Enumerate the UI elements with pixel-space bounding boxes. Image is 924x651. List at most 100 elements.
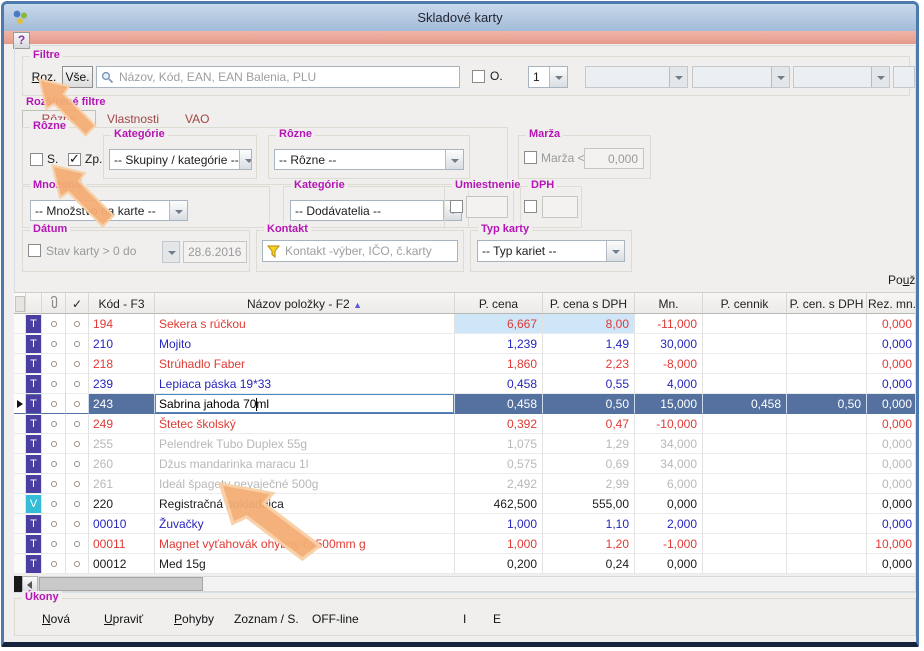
dot-icon: [51, 321, 57, 327]
row-type-badge: T: [26, 375, 41, 393]
row-type-cell: T: [26, 394, 42, 414]
typ-karty-select[interactable]: -- Typ kariet --: [477, 240, 625, 262]
apply-filter-link[interactable]: Použ: [888, 273, 915, 287]
rozne-select[interactable]: -- Rôzne --: [274, 149, 464, 170]
cell-p-cennik: [703, 414, 787, 434]
filter-combo-3[interactable]: [793, 66, 890, 88]
action-new[interactable]: Nová: [42, 612, 70, 626]
dot-icon: [74, 561, 80, 567]
cell-p-cennik: [703, 474, 787, 494]
marza-checkbox[interactable]: [524, 151, 537, 164]
cell-name: Džus mandarinka maracu 1l: [155, 454, 455, 474]
tab-vlastnosti[interactable]: Vlastnosti: [107, 112, 159, 126]
datum-checkbox[interactable]: [28, 244, 41, 257]
header-marker-box: [15, 296, 25, 312]
dph-checkbox[interactable]: [524, 200, 537, 213]
cell-p-cen-dph: [787, 374, 867, 394]
filter-combo-1[interactable]: [585, 66, 688, 88]
table-row[interactable]: T00010Žuvačky1,0001,102,0000,000: [14, 514, 915, 534]
umiestnenie-checkbox[interactable]: [450, 200, 463, 213]
table-row[interactable]: V220Registračná pokladnica462,500555,000…: [14, 494, 915, 514]
table-row[interactable]: T210Mojito1,2391,4930,0000,000: [14, 334, 915, 354]
table-row[interactable]: T00011Magnet vyťahovák ohybný 6x500mm g1…: [14, 534, 915, 554]
header-p-cen-dph[interactable]: P. cen. s DPH: [787, 293, 867, 313]
umiestnenie-input[interactable]: [466, 196, 508, 218]
row-marker-cell: [14, 374, 26, 394]
cell-code: 00011: [89, 534, 155, 554]
check-cell: [66, 494, 89, 514]
cell-p-cena: 0,200: [455, 554, 543, 574]
row-type-badge: T: [26, 435, 41, 453]
scrollbar-thumb[interactable]: [39, 577, 203, 591]
name-edit-text: Sabrina jahoda 70ml: [159, 394, 269, 414]
cell-p-cennik: [703, 434, 787, 454]
horizontal-scrollbar[interactable]: [14, 576, 916, 592]
table-row[interactable]: T260Džus mandarinka maracu 1l0,5750,6934…: [14, 454, 915, 474]
cell-p-cena: 462,500: [455, 494, 543, 514]
header-p-cena-dph[interactable]: P. cena s DPH: [543, 293, 635, 313]
filter-combo-4[interactable]: [893, 66, 915, 88]
sort-asc-icon: ▲: [353, 300, 362, 310]
action-movements[interactable]: Pohyby: [174, 612, 214, 626]
o-checkbox-label: O.: [490, 69, 503, 83]
o-checkbox[interactable]: [472, 70, 485, 83]
s-checkbox[interactable]: [30, 153, 43, 166]
dph-input[interactable]: [542, 196, 578, 218]
search-input[interactable]: Názov, Kód, EAN, EAN Balenia, PLU: [96, 66, 460, 88]
action-offline[interactable]: OFF-line: [312, 612, 359, 626]
cell-p-cena: 6,667: [455, 314, 543, 334]
header-mn[interactable]: Mn.: [635, 293, 703, 313]
header-badge: [26, 293, 42, 313]
count-select[interactable]: 1: [528, 66, 568, 88]
cell-p-cennik: [703, 514, 787, 534]
cell-p-cennik: [703, 554, 787, 574]
cell-code: 218: [89, 354, 155, 374]
cell-p-cen-dph: [787, 414, 867, 434]
cell-rez-mn: 0,000: [867, 474, 915, 494]
table-row[interactable]: T194Sekera s rúčkou6,6678,00-11,0000,000: [14, 314, 915, 334]
dot-icon: [74, 421, 80, 427]
header-attachment[interactable]: [42, 293, 66, 313]
text-caret: [256, 398, 257, 411]
row-type-badge: T: [26, 415, 41, 433]
tab-vao[interactable]: VAO: [185, 112, 209, 126]
table-row[interactable]: T261Ideál špagety nevaječné 500g2,4922,9…: [14, 474, 915, 494]
cell-p-cennik: [703, 334, 787, 354]
filter-combo-2[interactable]: [692, 66, 790, 88]
scroll-left-icon[interactable]: [22, 576, 38, 592]
table-row[interactable]: T00012Med 15g0,2000,240,0000,000: [14, 554, 915, 574]
kategorie-select[interactable]: -- Skupiny / kategórie --: [109, 149, 252, 170]
header-name[interactable]: Názov položky - F2 ▲: [155, 293, 455, 313]
action-edit[interactable]: Upraviť: [104, 612, 143, 626]
scrollbar-track[interactable]: [38, 576, 916, 592]
cell-rez-mn: 0,000: [867, 494, 915, 514]
table-row[interactable]: T249Štetec školský0,3920,47-10,0000,000: [14, 414, 915, 434]
header-rez-mn[interactable]: Rez. mn.: [867, 293, 915, 313]
cell-code: 194: [89, 314, 155, 334]
table-row[interactable]: T255Pelendrek Tubo Duplex 55g1,0751,2934…: [14, 434, 915, 454]
action-i[interactable]: I: [463, 612, 466, 626]
cell-mn: -8,000: [635, 354, 703, 374]
dodavatelia-select[interactable]: -- Dodávatelia --: [290, 200, 462, 221]
table-row[interactable]: T218Strúhadlo Faber1,8602,23-8,0000,000: [14, 354, 915, 374]
marza-value-input[interactable]: 0,000: [584, 148, 644, 169]
row-type-badge: T: [26, 555, 41, 573]
header-p-cena[interactable]: P. cena: [455, 293, 543, 313]
table-row[interactable]: T239Lepiaca páska 19*330,4580,554,0000,0…: [14, 374, 915, 394]
header-check[interactable]: ✓: [66, 293, 89, 313]
check-cell: [66, 474, 89, 494]
kontakt-input[interactable]: Kontakt -výber, IČO, č.karty: [262, 240, 458, 262]
cell-p-cena-dph: 0,47: [543, 414, 635, 434]
header-code[interactable]: Kód - F3: [89, 293, 155, 313]
action-e[interactable]: E: [493, 612, 501, 626]
marza-group-label: Marža: [526, 128, 563, 140]
table-row[interactable]: T243Sabrina jahoda 70ml0,4580,5015,0000,…: [14, 394, 915, 414]
datum-mode-select[interactable]: [162, 241, 180, 263]
name-edit-input[interactable]: Sabrina jahoda 70ml: [155, 394, 454, 413]
datum-input[interactable]: 28.6.2016: [183, 241, 247, 263]
header-p-cennik[interactable]: P. cennik: [703, 293, 787, 313]
cell-p-cena-dph: 0,50: [543, 394, 635, 414]
action-list[interactable]: Zoznam / S.: [234, 612, 299, 626]
cell-p-cennik: [703, 354, 787, 374]
cell-p-cena: 1,075: [455, 434, 543, 454]
